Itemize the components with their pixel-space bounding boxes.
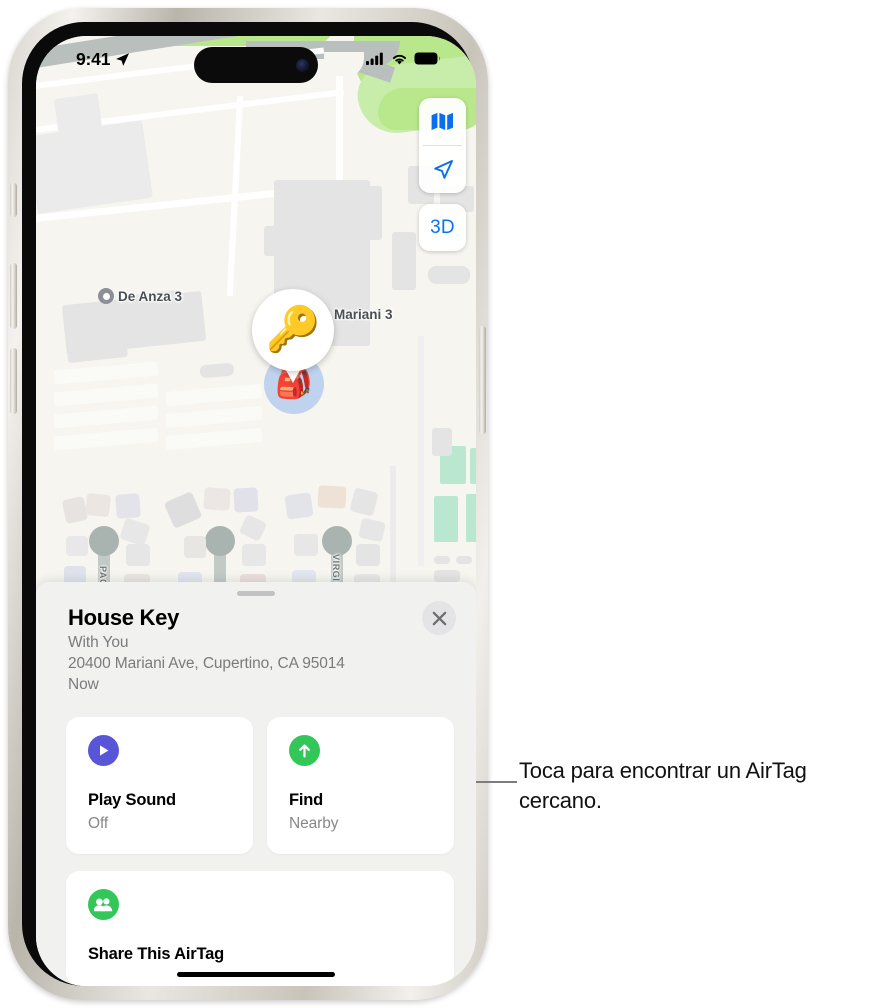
map-house (233, 487, 259, 513)
map-road (418, 336, 424, 566)
key-emoji: 🔑 (265, 305, 321, 354)
map-building (434, 556, 450, 564)
map-building (456, 556, 472, 564)
three-d-group: 3D (419, 204, 466, 251)
street-label-virgi: VIRGI (331, 554, 341, 582)
map-building (466, 494, 476, 542)
people-icon (88, 889, 119, 920)
phone-screen: PAC VIRGI De Anza 3 Mariani 3 🎒 🔑 3D 9:4… (36, 36, 476, 986)
map-house (238, 514, 268, 542)
map-parking (165, 405, 263, 429)
map-controls: 3D (419, 98, 466, 251)
map-house (294, 534, 318, 556)
item-timestamp: Now (68, 676, 99, 693)
map-controls-group (419, 98, 466, 193)
home-indicator[interactable] (177, 971, 335, 977)
map-building (199, 362, 235, 379)
map-house (119, 517, 151, 547)
map-parking (53, 427, 159, 451)
map-building (36, 120, 153, 214)
action-cards-row: Play Sound Off Find Nearby (66, 717, 454, 854)
map-parking (53, 383, 159, 407)
map-house (66, 536, 88, 556)
screenshot-root: PAC VIRGI De Anza 3 Mariani 3 🎒 🔑 3D 9:4… (0, 0, 896, 1008)
find-subtitle: Nearby (289, 815, 339, 832)
map-building (432, 428, 452, 456)
three-d-label: 3D (430, 216, 455, 238)
play-triangle-icon (99, 745, 108, 756)
map-cul-de-sac (205, 526, 235, 556)
map-building (53, 93, 103, 133)
map-house (203, 487, 231, 511)
volume-up-button[interactable] (10, 263, 17, 329)
map-house (358, 517, 386, 543)
two-people-glyph-icon (94, 898, 113, 912)
map-house (349, 487, 379, 517)
arrow-up-glyph-icon (299, 743, 310, 757)
item-address: 20400 Mariani Ave, Cupertino, CA 95014 (68, 655, 345, 672)
three-d-button[interactable]: 3D (419, 204, 466, 251)
item-owner: With You (68, 634, 129, 651)
share-airtag-title: Share This AirTag (88, 945, 224, 963)
find-card[interactable]: Find Nearby (267, 717, 454, 854)
play-icon (88, 735, 119, 766)
annotation-text: Toca para encontrar un AirTag cercano. (519, 758, 807, 813)
map-building (264, 226, 280, 256)
map-cul-de-sac (322, 526, 352, 556)
play-sound-title: Play Sound (88, 791, 176, 809)
locate-me-button[interactable] (419, 146, 466, 193)
item-map-pin[interactable]: 🔑 (252, 289, 334, 383)
map-building (428, 266, 470, 284)
navigation-arrow-icon (433, 159, 453, 179)
sheet-grabber-handle[interactable] (237, 591, 275, 596)
map-house (84, 492, 112, 518)
play-sound-card[interactable]: Play Sound Off (66, 717, 253, 854)
map-house (184, 536, 206, 558)
map-house (126, 544, 150, 566)
map-building (63, 314, 129, 364)
map-house (115, 493, 141, 519)
poi-label: Mariani 3 (334, 306, 393, 322)
map-house (163, 491, 203, 529)
map-house (356, 544, 380, 566)
map-building (434, 570, 460, 582)
find-title: Find (289, 791, 324, 809)
map-house (242, 544, 266, 566)
map-road (390, 466, 396, 596)
item-detail-sheet: House Key With You 20400 Mariani Ave, Cu… (36, 582, 476, 986)
map-house (284, 492, 314, 520)
map-parking (53, 361, 159, 385)
map-building (368, 186, 382, 240)
map-type-button[interactable] (419, 98, 466, 145)
map-building (470, 448, 476, 484)
map-parking (53, 405, 159, 429)
map-building (392, 232, 416, 290)
poi-label: De Anza 3 (118, 288, 183, 304)
map-house (61, 495, 89, 525)
volume-down-button[interactable] (10, 348, 17, 414)
play-sound-subtitle: Off (88, 815, 109, 832)
item-title: House Key (68, 605, 180, 630)
map-cul-de-sac (89, 526, 119, 556)
sheet-header: House Key With You 20400 Mariani Ave, Cu… (68, 605, 450, 694)
poi-de-anza-3[interactable]: De Anza 3 (98, 288, 182, 304)
phone-frame: PAC VIRGI De Anza 3 Mariani 3 🎒 🔑 3D 9:4… (8, 8, 488, 1000)
mute-switch-button[interactable] (10, 183, 17, 217)
poi-dot-icon (98, 288, 114, 304)
power-button[interactable] (479, 326, 486, 434)
map-parking (165, 427, 263, 451)
arrow-up-icon (289, 735, 320, 766)
map-building (434, 496, 458, 542)
share-airtag-card[interactable]: Share This AirTag (66, 871, 454, 986)
folded-map-icon (431, 112, 453, 130)
map-parking (165, 383, 263, 407)
map-house (317, 485, 347, 509)
pin-bubble: 🔑 (252, 289, 334, 371)
